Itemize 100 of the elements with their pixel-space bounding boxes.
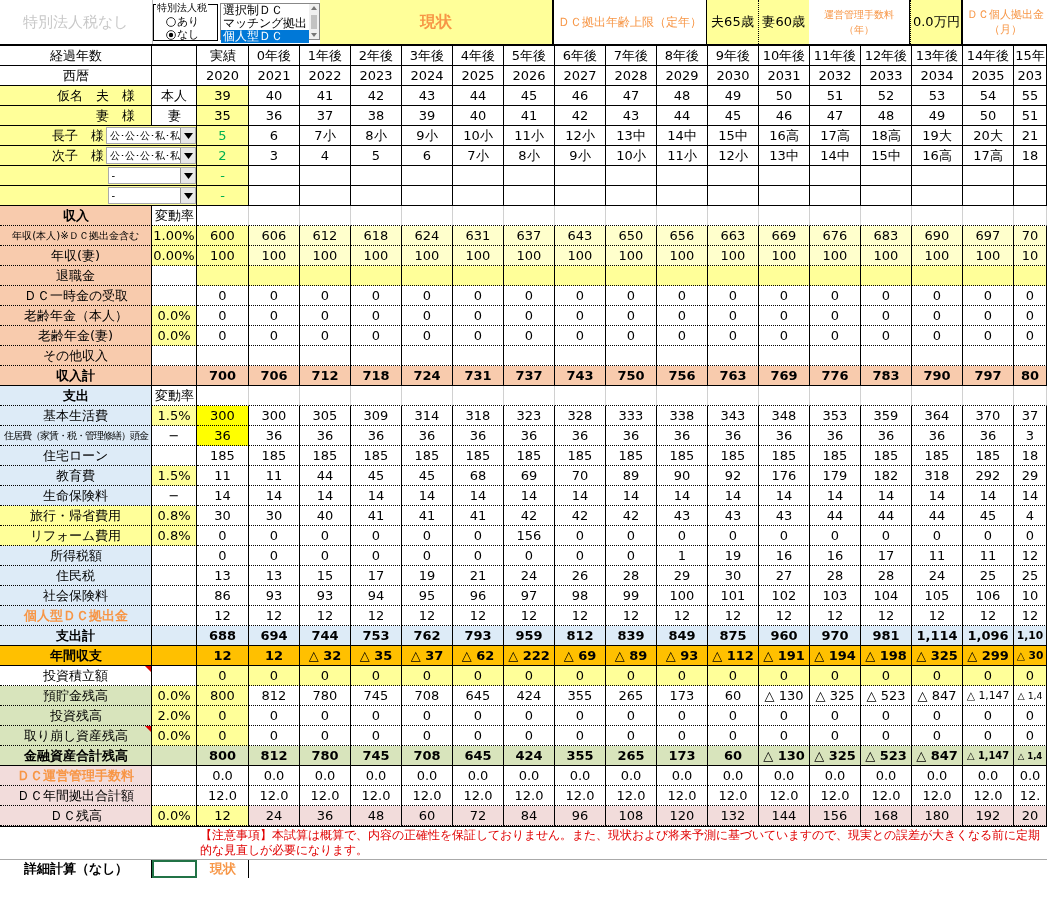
value-cell: 12 — [708, 606, 759, 626]
age-cell: 11小 — [657, 146, 708, 166]
year-cell: 2021 — [249, 66, 300, 86]
value-cell: 17 — [351, 566, 402, 586]
value-cell: 0 — [300, 666, 351, 686]
age-cell: 3 — [249, 146, 300, 166]
value-cell: 0 — [861, 666, 912, 686]
school-dropdown[interactable]: - — [107, 167, 196, 184]
value-cell: 4 — [1014, 506, 1047, 526]
value-cell: 0 — [300, 306, 351, 326]
value-cell: 790 — [912, 366, 963, 386]
list-option[interactable]: 個人型ＤＣ — [221, 29, 310, 43]
age-cell: 44 — [453, 86, 504, 106]
value-cell: 0 — [606, 326, 657, 346]
age-cell: 7小 — [453, 146, 504, 166]
age-cell: 49 — [912, 106, 963, 126]
value-cell: 12.0 — [351, 786, 402, 806]
value-cell: △ 130 — [759, 686, 810, 706]
value-cell: 769 — [759, 366, 810, 386]
value-cell: 185 — [912, 446, 963, 466]
age-cell: 46 — [555, 86, 606, 106]
age-cell: 20大 — [963, 126, 1014, 146]
value-cell: 24 — [504, 566, 555, 586]
value-cell: 0 — [300, 526, 351, 546]
value-cell: 800 — [197, 746, 249, 766]
value-cell: 60 — [402, 806, 453, 826]
value-cell: 185 — [453, 446, 504, 466]
column-header: 9年後 — [708, 46, 759, 66]
value-cell: 0 — [810, 286, 861, 306]
age-cell: 10小 — [606, 146, 657, 166]
value-cell: 100 — [197, 246, 249, 266]
age-cell: 18 — [1014, 146, 1047, 166]
value-cell: 0 — [759, 706, 810, 726]
age-cell: 43 — [606, 106, 657, 126]
setting-value: 0.0万円 — [910, 0, 962, 44]
year-cell: 2029 — [657, 66, 708, 86]
value-cell: 21 — [453, 566, 504, 586]
radio-empty-icon[interactable] — [165, 16, 176, 27]
value-cell: 12.0 — [606, 786, 657, 806]
rate-cell: 1.5% — [152, 406, 197, 426]
value-cell: 318 — [453, 406, 504, 426]
value-cell: 724 — [402, 366, 453, 386]
value-cell: 100 — [402, 246, 453, 266]
value-cell: 0 — [249, 326, 300, 346]
value-cell: 780 — [300, 686, 351, 706]
year-cell: 2026 — [504, 66, 555, 86]
value-cell: 12 — [197, 806, 249, 826]
value-cell: 0 — [657, 726, 708, 746]
value-cell: 14 — [606, 486, 657, 506]
age-cell: 50 — [759, 86, 810, 106]
value-cell: 0 — [351, 546, 402, 566]
value-cell: 0 — [300, 546, 351, 566]
age-cell: 47 — [606, 86, 657, 106]
school-dropdown[interactable]: - — [107, 187, 196, 204]
value-cell: 89 — [606, 466, 657, 486]
value-cell: 0 — [861, 726, 912, 746]
value-cell: 96 — [453, 586, 504, 606]
value-cell: 36 — [249, 426, 300, 446]
value-cell: 43 — [759, 506, 810, 526]
value-cell: 60 — [708, 686, 759, 706]
value-cell: 12.0 — [197, 786, 249, 806]
age-cell: 39 — [197, 86, 249, 106]
value-cell: 12.0 — [861, 786, 912, 806]
value-cell: 353 — [810, 406, 861, 426]
value-cell: 43 — [708, 506, 759, 526]
column-header: 4年後 — [453, 46, 504, 66]
column-header: 12年後 — [861, 46, 912, 66]
value-cell: 12 — [300, 606, 351, 626]
value-cell: 12.0 — [453, 786, 504, 806]
radio-option[interactable]: あり — [165, 15, 218, 28]
plan-listbox[interactable]: 選択制ＤＣ マッチング拠出 個人型ＤＣ — [220, 3, 321, 40]
school-dropdown[interactable]: 公･公･公･私･私 — [106, 127, 196, 144]
value-cell: 0 — [657, 326, 708, 346]
value-cell: 132 — [708, 806, 759, 826]
value-cell: △ 1,4 — [1014, 686, 1047, 706]
radio-option[interactable]: なし — [165, 28, 218, 41]
age-cell: 42 — [555, 106, 606, 126]
value-cell: 36 — [606, 426, 657, 446]
value-cell: 0 — [657, 666, 708, 686]
value-cell: 0 — [1014, 726, 1047, 746]
value-cell: 12 — [1014, 606, 1047, 626]
age-cell: 4 — [300, 146, 351, 166]
list-option[interactable]: 選択制ＤＣ — [221, 4, 310, 17]
value-cell: 370 — [963, 406, 1014, 426]
age-cell: 48 — [861, 106, 912, 126]
value-cell: 48 — [351, 806, 402, 826]
value-cell: 36 — [351, 426, 402, 446]
value-cell: 0 — [504, 286, 555, 306]
radio-selected-icon[interactable] — [165, 29, 176, 40]
list-option[interactable]: マッチング拠出 — [221, 16, 310, 30]
value-cell: 99 — [606, 586, 657, 606]
value-cell: △ 93 — [657, 646, 708, 666]
value-cell: 0 — [555, 726, 606, 746]
value-cell: 100 — [708, 246, 759, 266]
value-cell: 100 — [861, 246, 912, 266]
value-cell: 0 — [963, 726, 1014, 746]
school-dropdown[interactable]: 公･公･公･私･私 — [106, 147, 196, 164]
age-cell: 15中 — [708, 126, 759, 146]
value-cell: 84 — [504, 806, 555, 826]
selected-cell[interactable] — [152, 860, 197, 878]
